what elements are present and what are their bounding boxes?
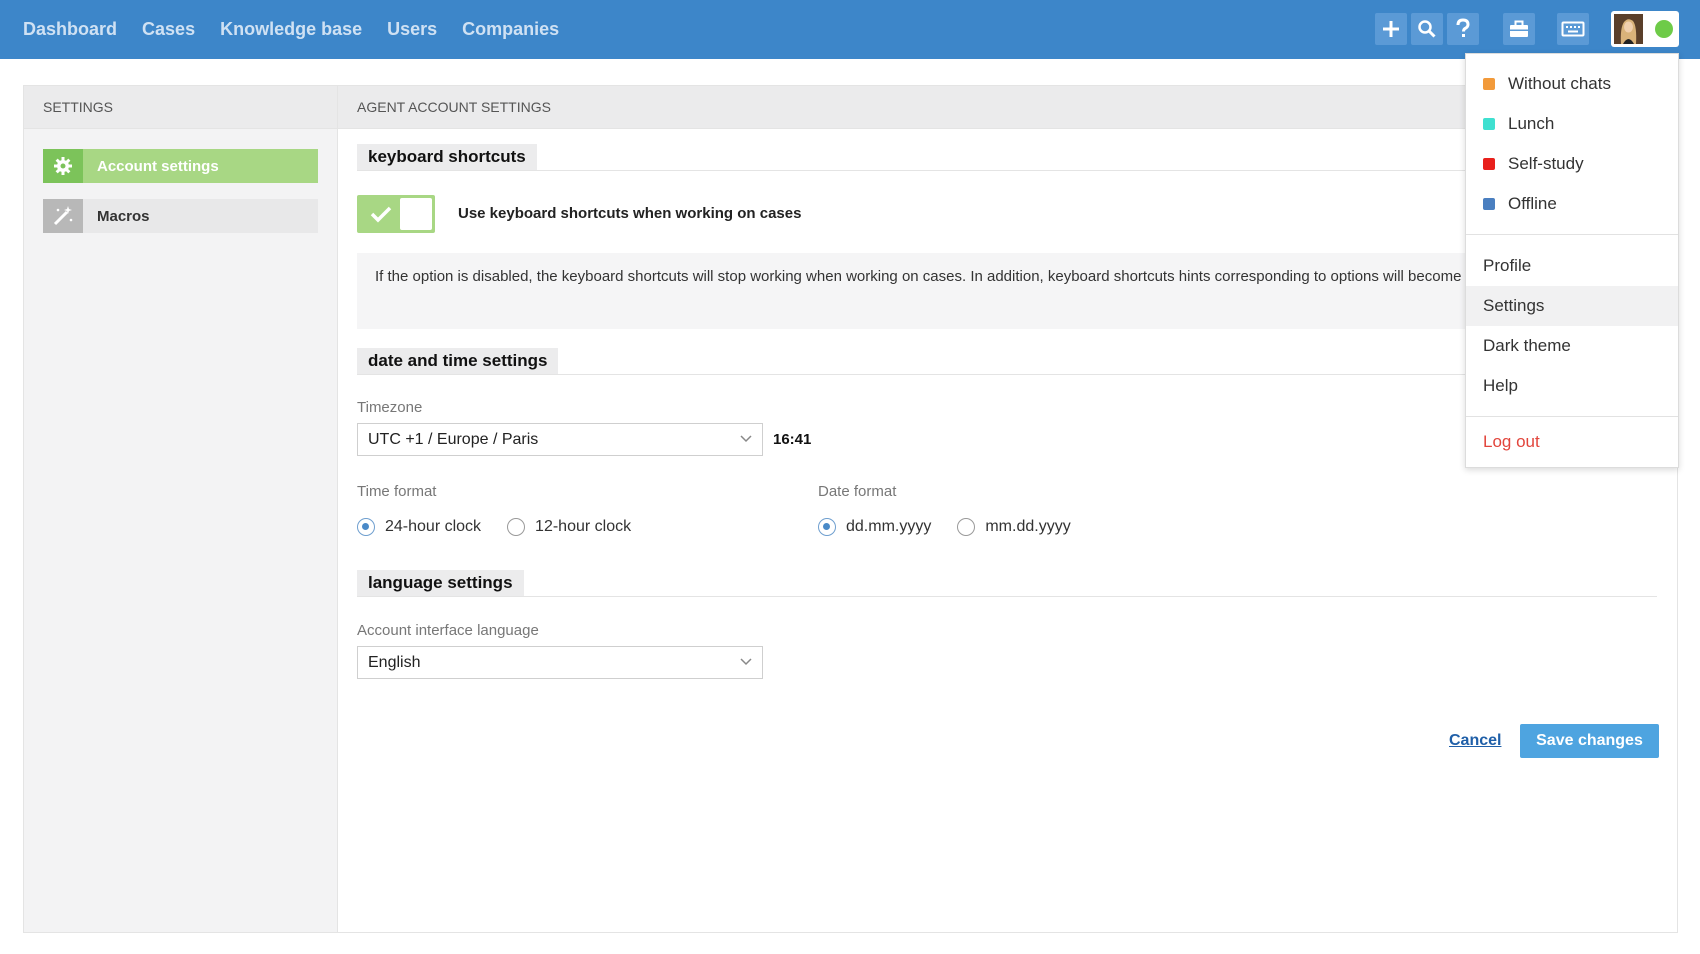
keyboard-button[interactable] [1557,13,1589,45]
radio-circle [357,518,375,536]
status-label: Offline [1508,194,1557,213]
chevron-down-icon [740,658,752,666]
time-format-group: 24-hour clock 12-hour clock [357,518,657,536]
section-divider [357,170,1657,171]
radio-circle [957,518,976,536]
status-color-square [1483,158,1495,170]
nav-users[interactable]: Users [387,19,437,40]
status-offline[interactable]: Offline [1466,184,1678,224]
current-time: 16:41 [773,431,812,448]
save-changes-button[interactable]: Save changes [1520,724,1659,758]
section-title-datetime: date and time settings [357,348,559,374]
add-button[interactable] [1375,13,1407,45]
main-nav: Dashboard Cases Knowledge base Users Com… [23,0,584,59]
language-select[interactable]: English [357,646,763,679]
check-icon [370,206,392,223]
search-icon [1418,20,1436,38]
briefcase-button[interactable] [1503,13,1535,45]
keyboard-info-text: If the option is disabled, the keyboard … [357,253,1657,329]
menu-item-dark-theme[interactable]: Dark theme [1466,326,1678,366]
section-title-language: language settings [357,570,524,596]
gear-icon [43,149,83,183]
status-color-square [1483,118,1495,130]
online-status-dot [1655,20,1673,38]
radio-12-hour[interactable]: 12-hour clock [507,518,631,536]
date-format-label: Date format [818,483,897,500]
radio-24-hour[interactable]: 24-hour clock [357,518,481,536]
user-menu-button[interactable] [1611,11,1679,47]
briefcase-icon [1510,20,1528,37]
radio-circle [507,518,526,536]
help-icon [1456,18,1470,37]
radio-mm-dd-yyyy[interactable]: mm.dd.yyyy [957,518,1071,536]
status-label: Lunch [1508,114,1555,133]
toggle-label: Use keyboard shortcuts when working on c… [458,205,802,222]
menu-item-profile[interactable]: Profile [1466,246,1678,286]
time-format-label: Time format [357,483,437,500]
status-color-square [1483,198,1495,210]
status-self-study[interactable]: Self-study [1466,144,1678,184]
language-value: English [368,653,421,671]
status-without-chats[interactable]: Without chats [1466,64,1678,104]
user-dropdown-menu: Without chats Lunch Self-study Offline P… [1465,53,1679,468]
menu-item-settings[interactable]: Settings [1466,286,1678,326]
settings-panel: SETTINGS Account settings Macros AGENT A… [23,85,1678,933]
menu-item-logout[interactable]: Log out [1466,422,1678,462]
status-lunch[interactable]: Lunch [1466,104,1678,144]
timezone-value: UTC +1 / Europe / Paris [368,430,539,448]
nav-dashboard[interactable]: Dashboard [23,19,117,40]
radio-dd-mm-yyyy[interactable]: dd.mm.yyyy [818,518,931,536]
radio-label: dd.mm.yyyy [846,518,932,535]
section-divider [357,374,1657,375]
sidebar-item-label: Macros [97,207,150,225]
language-label: Account interface language [357,622,539,639]
toggle-knob [400,198,432,230]
status-color-square [1483,78,1495,90]
menu-divider [1466,234,1678,235]
radio-label: mm.dd.yyyy [985,518,1071,535]
timezone-select[interactable]: UTC +1 / Europe / Paris [357,423,763,456]
help-button[interactable] [1447,13,1479,45]
radio-circle [818,518,836,536]
keyboard-icon [1561,21,1585,37]
sidebar-item-label: Account settings [97,157,219,175]
timezone-label: Timezone [357,399,423,416]
sidebar-header: SETTINGS [24,86,337,129]
section-divider [357,596,1657,597]
settings-sidebar: SETTINGS Account settings Macros [24,86,338,932]
sidebar-item-account-settings[interactable]: Account settings [43,149,318,183]
section-title-keyboard: keyboard shortcuts [357,144,537,170]
plus-icon [1383,21,1399,37]
nav-knowledge-base[interactable]: Knowledge base [220,19,362,40]
status-label: Self-study [1508,154,1584,173]
avatar [1614,14,1643,44]
menu-divider [1466,416,1678,417]
sidebar-item-macros[interactable]: Macros [43,199,318,233]
status-label: Without chats [1508,74,1611,93]
radio-label: 12-hour clock [535,518,632,535]
radio-label: 24-hour clock [385,518,482,535]
chevron-down-icon [740,435,752,443]
menu-item-help[interactable]: Help [1466,366,1678,406]
magic-wand-icon [43,199,83,233]
nav-cases[interactable]: Cases [142,19,195,40]
search-button[interactable] [1411,13,1443,45]
keyboard-shortcuts-toggle[interactable] [357,195,435,233]
nav-companies[interactable]: Companies [462,19,559,40]
date-format-group: dd.mm.yyyy mm.dd.yyyy [818,518,1097,536]
cancel-button[interactable]: Cancel [1449,732,1501,750]
top-navigation-bar: Dashboard Cases Knowledge base Users Com… [0,0,1700,59]
